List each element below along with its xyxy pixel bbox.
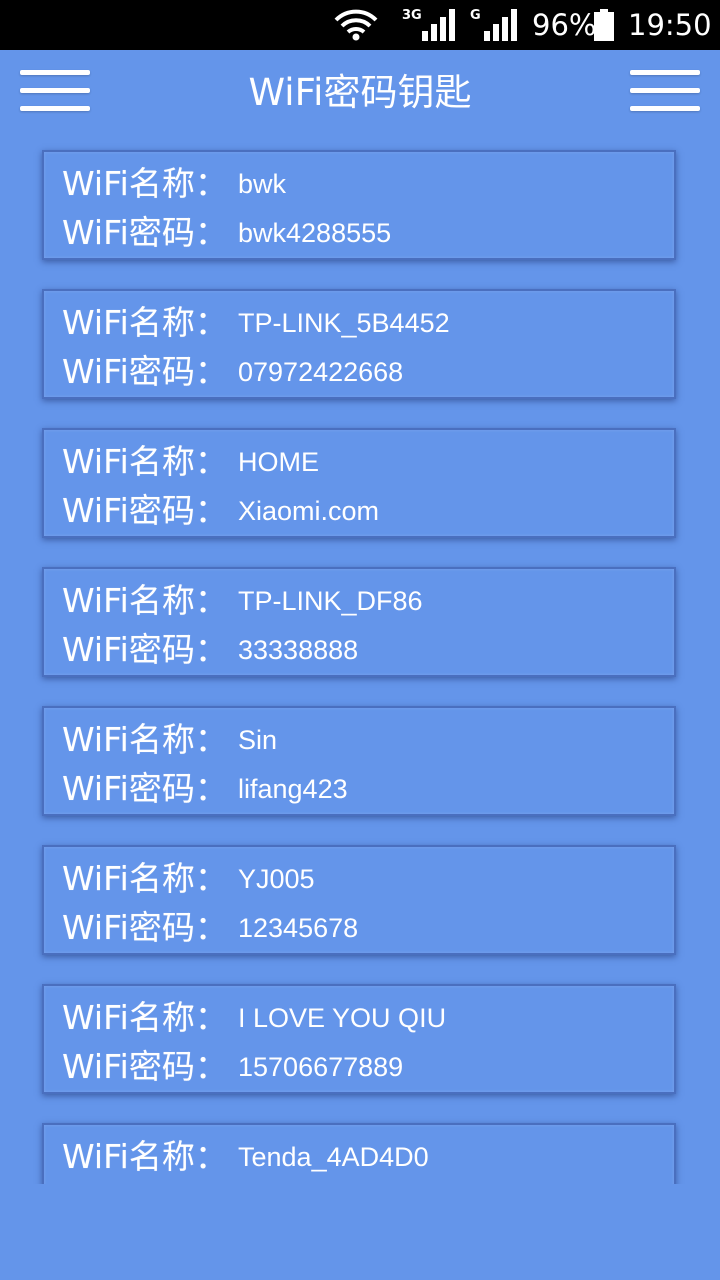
wifi-name-value: Sin: [238, 725, 278, 755]
wifi-list-item[interactable]: WiFi名称： Sin WiFi密码： lifang423: [42, 706, 676, 816]
signal-icon: [422, 9, 456, 45]
wifi-list[interactable]: WiFi名称： bwk WiFi密码： bwk4288555 WiFi名称： TP-L…: [0, 138, 720, 1184]
page-title: WiFi密码钥匙: [248, 71, 472, 114]
wifi-name-label: WiFi名称：: [62, 998, 228, 1037]
wifi-name-label: WiFi名称：: [62, 859, 228, 898]
wifi-password-value: 07972422668: [238, 357, 404, 387]
network-type-label: G: [470, 8, 481, 23]
wifi-list-item[interactable]: WiFi名称： TP-LINK_DF86 WiFi密码： 33338888: [42, 567, 676, 677]
wifi-name-label: WiFi名称：: [62, 720, 228, 759]
wifi-list-item[interactable]: WiFi名称： bwk WiFi密码： bwk4288555: [42, 150, 676, 260]
wifi-password-value: Xiaomi.com: [238, 496, 380, 526]
wifi-password-value: 12345678: [238, 913, 359, 943]
wifi-name-value: TP-LINK_5B4452: [238, 308, 450, 338]
wifi-list-item[interactable]: WiFi名称： YJ005 WiFi密码： 12345678: [42, 845, 676, 955]
wifi-password-value: 15706677889: [238, 1052, 404, 1082]
wifi-name-value: TP-LINK_DF86: [238, 586, 423, 616]
network-type-label: 3G: [402, 8, 422, 23]
wifi-password-label: WiFi密码：: [62, 213, 228, 252]
wifi-password-value: bwk4288555: [238, 218, 392, 248]
wifi-password-value: lifang423: [238, 774, 348, 804]
wifi-name-label: WiFi名称：: [62, 303, 228, 342]
wifi-list-item[interactable]: WiFi名称： Tenda_4AD4D0: [42, 1123, 676, 1184]
wifi-name-value: I LOVE YOU QIU: [238, 1003, 447, 1033]
battery-percentage: 96%: [532, 8, 597, 42]
wifi-password-label: WiFi密码：: [62, 769, 228, 808]
wifi-password-label: WiFi密码：: [62, 491, 228, 530]
wifi-password-value: 33338888: [238, 635, 359, 665]
wifi-name-label: WiFi名称：: [62, 442, 228, 481]
wifi-name-value: HOME: [238, 447, 319, 477]
wifi-name-value: YJ005: [238, 864, 315, 894]
wifi-list-item[interactable]: WiFi名称： TP-LINK_5B4452 WiFi密码： 07972422668: [42, 289, 676, 399]
battery-icon: [594, 9, 614, 45]
clock: 19:50: [628, 8, 712, 42]
wifi-password-label: WiFi密码：: [62, 352, 228, 391]
app-bar: WiFi密码钥匙: [0, 50, 720, 138]
wifi-password-label: WiFi密码：: [62, 1047, 228, 1086]
wifi-name-label: WiFi名称：: [62, 1137, 228, 1176]
wifi-list-item[interactable]: WiFi名称： HOME WiFi密码： Xiaomi.com: [42, 428, 676, 538]
wifi-password-label: WiFi密码：: [62, 908, 228, 947]
wifi-password-label: WiFi密码：: [62, 630, 228, 669]
wifi-list-item[interactable]: WiFi名称： I LOVE YOU QIU WiFi密码： 15706677889: [42, 984, 676, 1094]
wifi-name-value: bwk: [238, 169, 287, 199]
wifi-name-label: WiFi名称：: [62, 164, 228, 203]
wifi-icon: [334, 8, 378, 46]
menu-icon[interactable]: [20, 70, 90, 112]
menu-icon[interactable]: [630, 70, 700, 112]
wifi-name-label: WiFi名称：: [62, 581, 228, 620]
status-bar: 3G G 96% 19:50: [0, 0, 720, 50]
wifi-name-value: Tenda_4AD4D0: [238, 1142, 429, 1172]
signal-icon: [484, 9, 518, 45]
